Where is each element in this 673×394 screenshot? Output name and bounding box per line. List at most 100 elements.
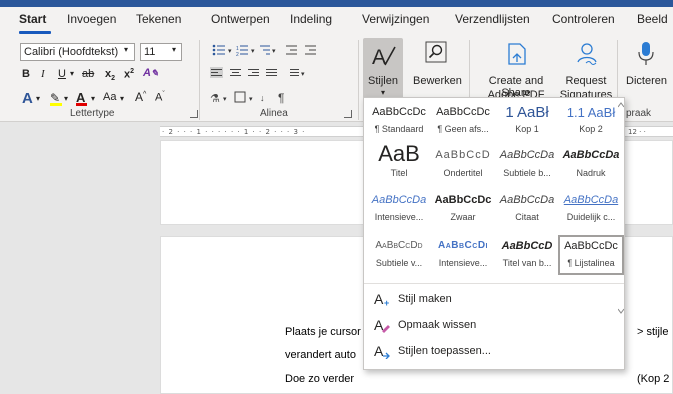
styles-icon: A: [372, 46, 396, 69]
document-text-line: > stijle: [637, 326, 669, 338]
tab-indeling[interactable]: Indeling: [290, 12, 332, 26]
svg-text:▾: ▾: [228, 48, 232, 55]
style-name: Citaat: [515, 212, 539, 222]
tab-ontwerpen[interactable]: Ontwerpen: [211, 12, 270, 26]
gallery-scrollbar[interactable]: [618, 102, 624, 317]
font-name-dropdown[interactable]: Calibri (Hoofdtekst): [20, 43, 135, 61]
create-share-pdf-button[interactable]: Create and Share Adobe PDF: [474, 38, 558, 104]
style-name: Ondertitel: [443, 168, 483, 178]
svg-text:A: A: [374, 343, 384, 359]
clear-format-label: Opmaak wissen: [398, 319, 477, 331]
font-dialog-launcher-icon[interactable]: [190, 110, 198, 118]
style-sample: 1.1 AaBł: [566, 105, 616, 120]
style-sample: AaBbCcDc: [436, 106, 490, 118]
bold-button[interactable]: B: [22, 68, 30, 80]
editing-button[interactable]: Bewerken: [413, 38, 462, 100]
highlight-button[interactable]: ✎: [50, 91, 62, 106]
svg-text:▾: ▾: [249, 96, 253, 103]
style-intensieve-benadrukking[interactable]: AaBbCcDa Intensieve...: [367, 190, 431, 226]
strikethrough-button[interactable]: ab: [82, 68, 94, 80]
group-separator: [358, 40, 359, 120]
grow-font-button[interactable]: A^: [135, 90, 146, 104]
change-case-button[interactable]: Aa: [103, 91, 116, 103]
style-lijstalinea[interactable]: AaBbCcDc ¶ Lijstalinea: [558, 235, 624, 275]
svg-text:2: 2: [236, 52, 239, 58]
paragraph-tools-icon[interactable]: ▾ 1 2 ▾ ▾ ▾ ⚗ ▾ ▾ ↓ ¶: [210, 42, 370, 108]
grow-font-label: A: [135, 90, 144, 104]
style-sample: AaBbCcDa: [499, 149, 555, 161]
horizontal-ruler-right: 12 · ·: [625, 126, 673, 137]
style-standaard[interactable]: AaBbCcDc ¶ Standaard: [367, 102, 431, 138]
svg-text:A: A: [372, 46, 386, 69]
style-sample: AaBbCcDa: [563, 194, 619, 206]
request-label-1: Request: [565, 75, 607, 87]
text-effects-button[interactable]: A✎: [143, 67, 159, 79]
horizontal-ruler[interactable]: · 2 · · · 1 · · · · · · 1 · · 2 · · · 3 …: [160, 126, 365, 137]
style-subtiele-verwijzing[interactable]: AaBbCcDd Subtiele v...: [367, 236, 431, 272]
style-citaat[interactable]: AaBbCcDa Citaat: [495, 190, 559, 226]
styles-button[interactable]: A Stijlen ▾: [363, 38, 403, 100]
style-sample: AaBbCcD: [435, 149, 491, 161]
dictate-button[interactable]: Dicteren: [620, 38, 673, 100]
document-text-line: Plaats je cursor: [285, 326, 361, 338]
style-geen-afstand[interactable]: AaBbCcDc ¶ Geen afs...: [431, 102, 495, 138]
tab-controleren[interactable]: Controleren: [552, 12, 615, 26]
style-name: Intensieve...: [374, 212, 424, 222]
svg-text:¶: ¶: [278, 91, 284, 105]
chevron-down-icon: ▾: [36, 94, 41, 103]
tab-beeld[interactable]: Beeld: [637, 12, 668, 26]
style-sample: AaBbCcD: [501, 240, 553, 252]
microphone-icon: [638, 42, 654, 65]
styles-button-label: Stijlen: [368, 75, 398, 87]
style-name: ¶ Lijstalinea: [567, 258, 615, 268]
chevron-down-icon: ▾: [380, 88, 385, 97]
style-nadruk[interactable]: AaBbCcDa Nadruk: [559, 141, 623, 181]
style-titel[interactable]: AaB Titel: [367, 141, 431, 181]
document-text-line: Doe zo verder: [285, 373, 355, 385]
document-text-line: verandert auto: [285, 349, 356, 361]
style-titel-van-boek[interactable]: AaBbCcD Titel van b...: [495, 236, 559, 272]
signature-icon: [577, 43, 597, 65]
group-separator: [199, 40, 200, 120]
tab-invoegen[interactable]: Invoegen: [67, 12, 116, 26]
apply-styles-menu-item[interactable]: A Stijlen toepassen...: [374, 342, 614, 362]
font-name-value: Calibri (Hoofdtekst): [24, 46, 119, 58]
tab-verzendlijsten[interactable]: Verzendlijsten: [455, 12, 530, 26]
subscript-button[interactable]: x2: [105, 68, 115, 82]
group-label-alinea: Alinea: [260, 108, 288, 119]
style-sample: AaBbCcDc: [564, 240, 618, 252]
style-name: Kop 1: [515, 124, 539, 134]
font-color-button[interactable]: A: [76, 90, 87, 106]
shrink-font-button[interactable]: Aˇ: [155, 91, 165, 104]
style-sample: AaB: [378, 141, 420, 166]
text-effects-icon[interactable]: A: [22, 90, 33, 107]
style-intensieve-verwijzing[interactable]: AaBbCcDi Intensieve...: [431, 236, 495, 272]
clear-format-menu-item[interactable]: A Opmaak wissen: [374, 316, 614, 336]
group-label-spraak: praak: [626, 108, 652, 119]
styles-gallery-panel: AaBbCcDc ¶ Standaard AaBbCcDc ¶ Geen afs…: [363, 97, 625, 370]
underline-button[interactable]: U: [58, 68, 66, 80]
paragraph-dialog-launcher-icon[interactable]: [344, 110, 352, 118]
dictate-label: Dicteren: [626, 75, 667, 87]
create-style-menu-item[interactable]: A + Stijl maken: [374, 290, 614, 310]
style-subtiele-benadrukking[interactable]: AaBbCcDa Subtiele b...: [495, 141, 559, 181]
tab-verwijzingen[interactable]: Verwijzingen: [362, 12, 429, 26]
superscript-button[interactable]: x2: [124, 68, 134, 81]
style-kop-1[interactable]: 1 AaBł Kop 1: [495, 102, 559, 138]
italic-button[interactable]: I: [41, 68, 45, 80]
tab-tekenen[interactable]: Tekenen: [136, 12, 181, 26]
style-name: Subtiele v...: [375, 258, 423, 268]
editing-button-label: Bewerken: [413, 75, 462, 87]
chevron-down-icon: ▾: [172, 45, 177, 54]
pdf-share-icon: [508, 43, 526, 65]
tab-start[interactable]: Start: [19, 12, 46, 26]
style-sample: AaBbCcDa: [499, 194, 555, 206]
clear-format-icon: A: [374, 317, 390, 333]
style-kop-2[interactable]: 1.1 AaBł Kop 2: [559, 102, 623, 138]
style-duidelijk-citaat[interactable]: AaBbCcDa Duidelijk c...: [559, 190, 623, 226]
svg-text:▾: ▾: [301, 71, 305, 78]
style-ondertitel[interactable]: AaBbCcD Ondertitel: [431, 141, 495, 181]
request-signatures-button[interactable]: Request Signatures: [558, 38, 614, 104]
style-zwaar[interactable]: AaBbCcDc Zwaar: [431, 190, 495, 226]
search-icon: [425, 41, 447, 63]
